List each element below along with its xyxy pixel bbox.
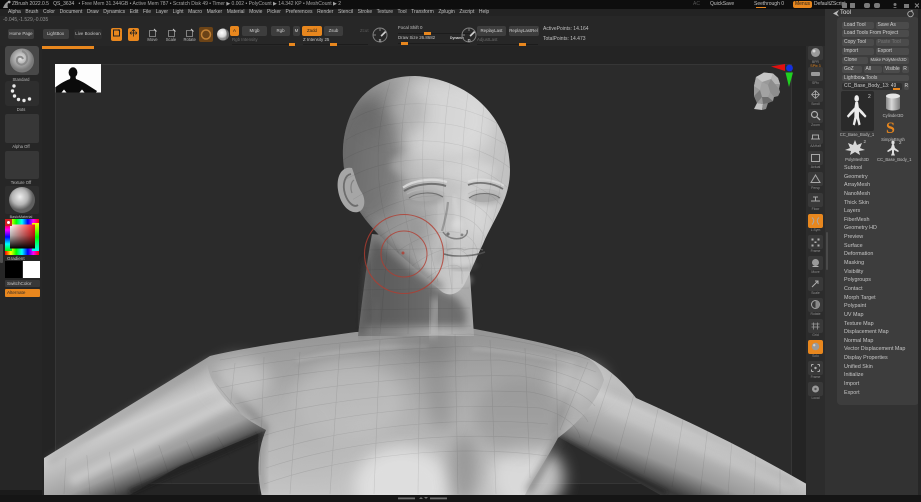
svg-text:2: 2 bbox=[868, 94, 871, 100]
svg-text:S: S bbox=[379, 38, 382, 43]
svg-text:S: S bbox=[886, 120, 895, 136]
svg-text:2: 2 bbox=[899, 140, 902, 145]
